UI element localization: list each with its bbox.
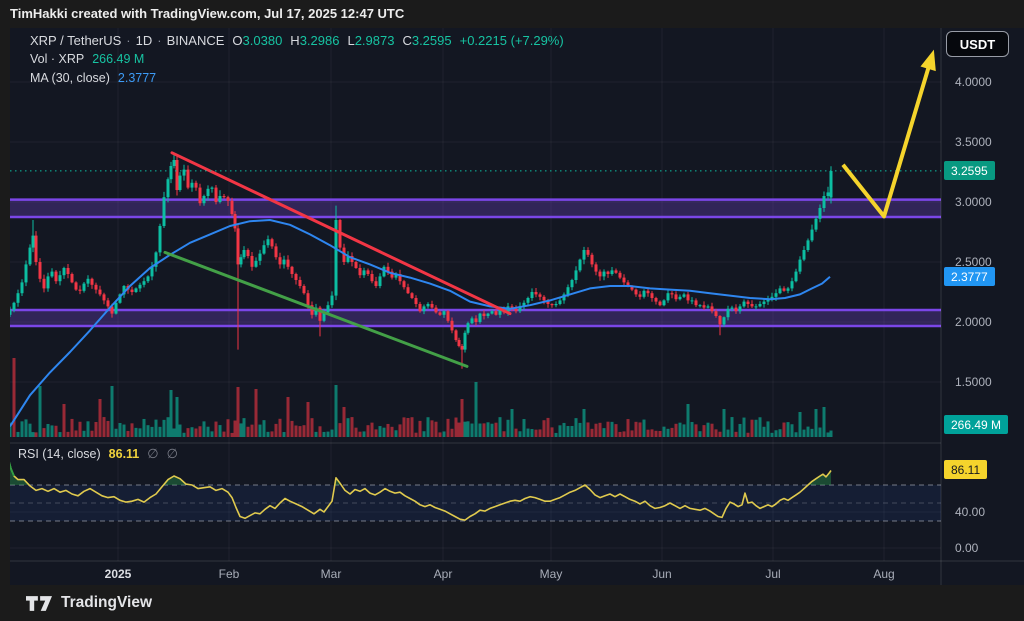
price-axis-tick: 3.0000 [955,195,992,209]
separator: · [126,33,130,48]
legend-ma-row[interactable]: MA (30, close) 2.3777 [30,69,564,88]
ma-label: MA (30, close) [30,71,110,85]
rsi-axis-tick: 40.00 [955,505,985,519]
exchange-label: BINANCE [167,33,225,48]
volume-label: Vol · XRP [30,52,84,66]
tradingview-logo-icon[interactable] [26,596,52,611]
time-axis-label: Apr [434,567,453,581]
left-margin [0,28,10,585]
currency-toggle-button[interactable]: USDT [946,31,1009,57]
empty-set-icon: ∅ [167,446,178,461]
time-axis-label: May [540,567,563,581]
low-label: L [347,33,354,48]
time-axis-label: Feb [219,567,240,581]
separator: · [157,33,161,48]
price-axis-tick: 2.0000 [955,315,992,329]
volume-value: 266.49 M [92,52,144,66]
rsi-axis-tick: 0.00 [955,541,978,555]
open-value: 3.0380 [243,33,283,48]
rsi-value: 86.11 [109,447,140,461]
symbol-name: XRP / TetherUS [30,33,121,48]
time-axis-label: Jun [652,567,671,581]
last-price-badge: 3.2595 [944,161,995,180]
chart-canvas[interactable] [0,28,1024,585]
change-value: +0.2215 (+7.29%) [460,33,564,48]
volume-badge: 266.49 M [944,415,1008,434]
time-axis-label: Mar [321,567,342,581]
interval-label: 1D [136,33,153,48]
price-axis-tick: 3.5000 [955,135,992,149]
rsi-legend-row[interactable]: RSI (14, close) 86.11 ∅ ∅ [18,446,178,462]
ma-value: 2.3777 [118,71,156,85]
time-axis-label: Aug [873,567,894,581]
tradingview-chart-screenshot: TimHakki created with TradingView.com, J… [0,0,1024,621]
legend-volume-row[interactable]: Vol · XRP 266.49 M [30,50,564,69]
tradingview-wordmark[interactable]: TradingView [61,594,152,612]
attribution-bar: TimHakki created with TradingView.com, J… [0,0,1024,28]
time-axis-label: Jul [765,567,780,581]
empty-set-icon: ∅ [147,446,158,461]
high-value: 3.2986 [300,33,340,48]
low-value: 2.9873 [355,33,395,48]
legend: XRP / TetherUS · 1D · BINANCE O3.0380 H3.2986 L… [30,31,564,88]
high-label: H [290,33,299,48]
close-label: C [402,33,411,48]
open-label: O [232,33,242,48]
time-axis-label: 2025 [105,567,132,581]
attribution-text: TimHakki created with TradingView.com, J… [10,6,404,21]
close-value: 3.2595 [412,33,452,48]
price-axis-tick: 4.0000 [955,75,992,89]
rsi-label: RSI (14, close) [18,447,101,461]
chart-pane[interactable]: XRP / TetherUS · 1D · BINANCE O3.0380 H3.2986 L… [0,28,1024,585]
ma-value-badge: 2.3777 [944,267,995,286]
price-axis-tick: 1.5000 [955,375,992,389]
footer-bar: TradingView [0,585,1024,621]
rsi-value-badge: 86.11 [944,460,987,479]
legend-symbol-row[interactable]: XRP / TetherUS · 1D · BINANCE O3.0380 H3.2986 L… [30,31,564,50]
